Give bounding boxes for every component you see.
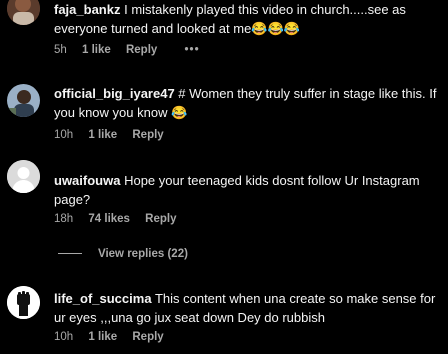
comment-time: 10h <box>54 129 74 141</box>
comment-likes[interactable]: 1 like <box>88 331 117 343</box>
more-options-icon[interactable]: ••• <box>185 44 200 56</box>
comment-likes[interactable]: 74 likes <box>88 213 130 225</box>
comment-username[interactable]: faja_bankz <box>54 2 120 17</box>
comment-username[interactable]: life_of_succima <box>54 291 152 306</box>
comment-meta: 10h 1 like Reply <box>54 129 176 141</box>
avatar[interactable] <box>7 0 40 25</box>
view-replies-label: View replies (22) <box>98 248 188 260</box>
comment-meta: 5h 1 like Reply ••• <box>54 44 212 56</box>
comment-likes[interactable]: 1 like <box>88 129 117 141</box>
comment-username[interactable]: official_big_iyare47 <box>54 86 175 101</box>
comment-username[interactable]: uwaifouwa <box>54 173 120 188</box>
reply-button[interactable]: Reply <box>132 331 163 343</box>
avatar[interactable] <box>7 160 40 193</box>
default-person-avatar-icon <box>7 160 40 193</box>
comment-emojis: 😂😂😂 <box>251 21 300 36</box>
comment-body: life_of_succima This content when una cr… <box>54 289 440 327</box>
comment-meta: 18h 74 likes Reply <box>54 213 189 225</box>
comment-body: faja_bankz I mistakenly played this vide… <box>54 0 440 38</box>
avatar[interactable] <box>7 286 40 319</box>
comment-meta: 10h 1 like Reply <box>54 331 176 343</box>
raised-fist-avatar-icon <box>7 286 40 319</box>
comment-time: 10h <box>54 331 74 343</box>
comment-body: official_big_iyare47 # Women they truly … <box>54 84 440 122</box>
comment-likes[interactable]: 1 like <box>82 44 111 56</box>
view-replies-button[interactable]: View replies (22) <box>58 248 188 260</box>
view-replies-line <box>58 253 82 255</box>
avatar[interactable] <box>7 84 40 117</box>
comment-time: 5h <box>54 44 67 56</box>
reply-button[interactable]: Reply <box>126 44 157 56</box>
comment-time: 18h <box>54 213 74 225</box>
reply-button[interactable]: Reply <box>132 129 163 141</box>
person-photo-avatar-icon <box>7 84 40 117</box>
reply-button[interactable]: Reply <box>145 213 176 225</box>
person-photo-avatar-icon <box>7 0 40 25</box>
comment-body: uwaifouwa Hope your teenaged kids dosnt … <box>54 171 440 209</box>
